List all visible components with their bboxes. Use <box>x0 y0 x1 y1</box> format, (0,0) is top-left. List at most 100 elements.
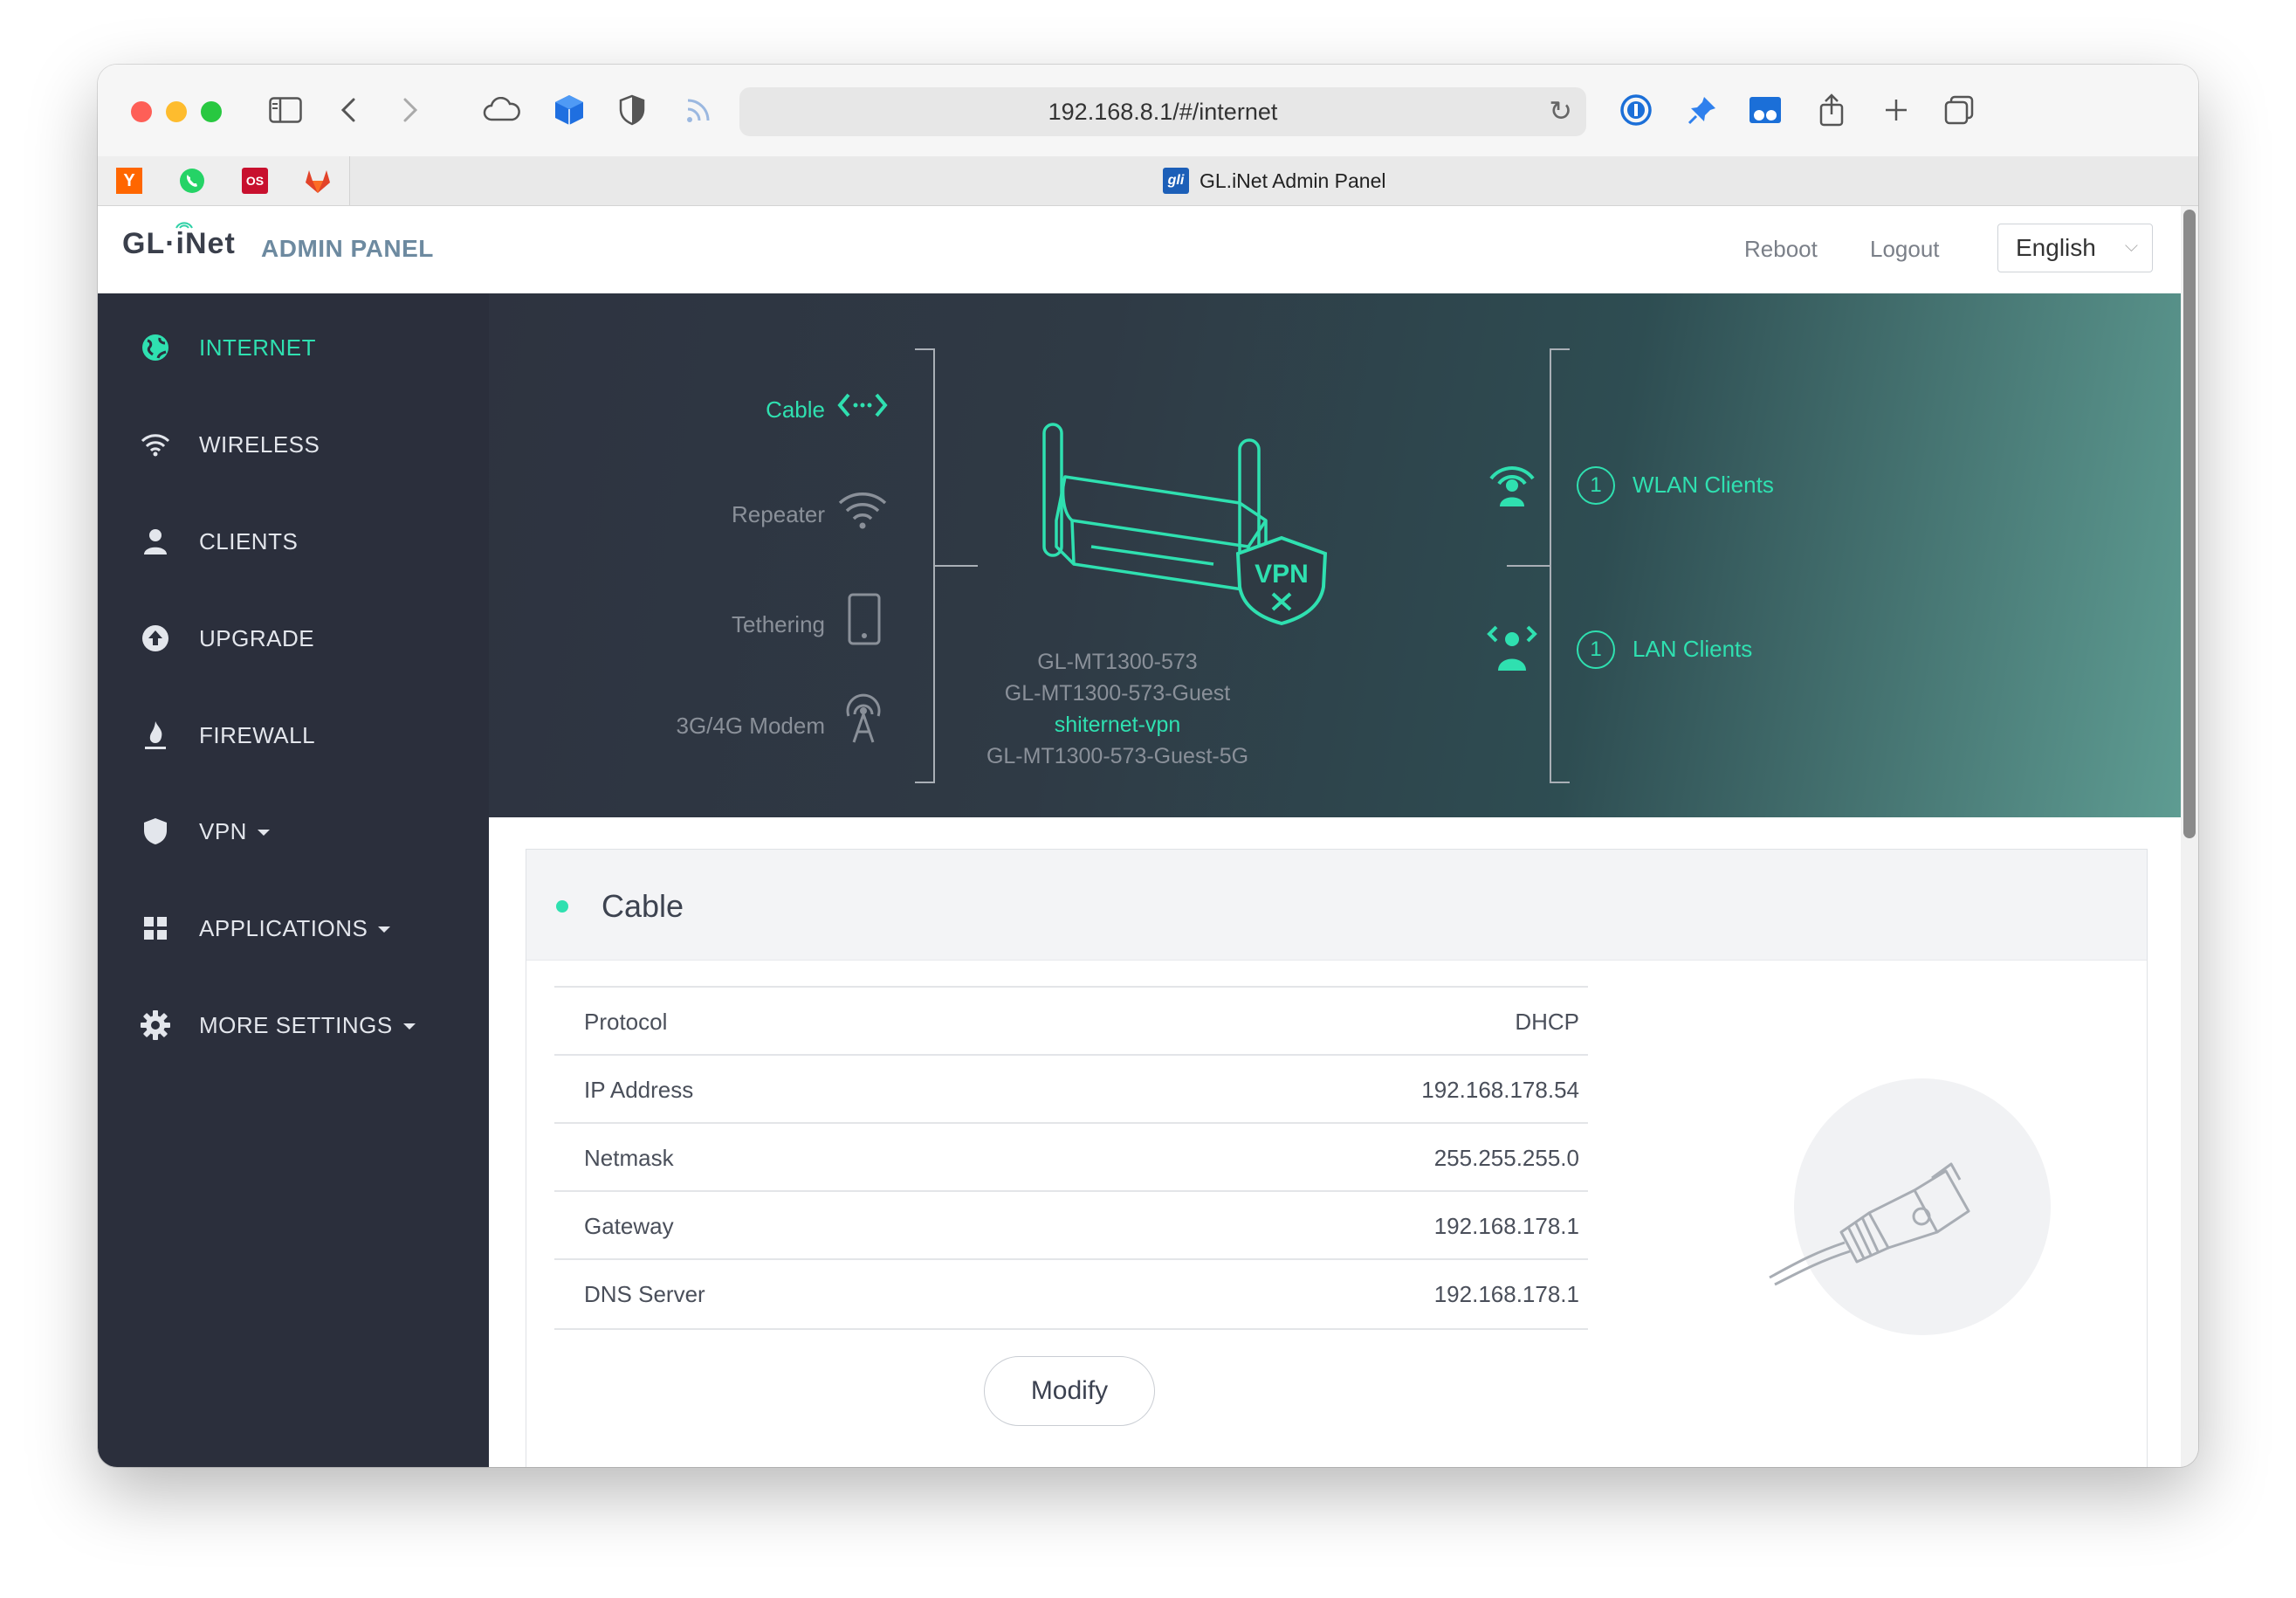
page-scrollbar[interactable] <box>2181 206 2198 1467</box>
sidebar-item-wireless[interactable]: WIRELESS <box>98 410 489 479</box>
source-modem[interactable]: 3G/4G Modem <box>594 713 825 740</box>
sidebar-item-label: CLIENTS <box>199 527 299 554</box>
sidebar: INTERNET WIRELESS CLIENTS UPGRADE FIREWA… <box>98 293 489 1467</box>
password-manager-icon[interactable] <box>1617 91 1655 129</box>
privacy-shield-icon[interactable] <box>615 91 650 129</box>
upgrade-icon <box>140 623 171 654</box>
row-value: 255.255.255.0 <box>1433 1145 1579 1171</box>
modify-button[interactable]: Modify <box>984 1356 1155 1426</box>
phone-icon <box>848 593 881 645</box>
gear-icon <box>140 1009 171 1041</box>
table-row: IP Address 192.168.178.54 <box>554 1054 1588 1124</box>
sidebar-item-firewall[interactable]: FIREWALL <box>98 700 489 770</box>
ethernet-plug-icon <box>1769 1162 1970 1286</box>
sidebar-item-applications[interactable]: APPLICATIONS <box>98 893 489 963</box>
back-icon[interactable] <box>335 91 361 129</box>
row-key: IP Address <box>584 1077 694 1103</box>
minimize-window-button[interactable] <box>166 101 187 122</box>
source-repeater[interactable]: Repeater <box>620 501 825 528</box>
source-tethering[interactable]: Tethering <box>620 611 825 638</box>
new-tab-icon[interactable] <box>1879 91 1914 129</box>
firewall-icon <box>140 720 171 751</box>
logout-link[interactable]: Logout <box>1870 236 1940 263</box>
url-text: 192.168.8.1/#/internet <box>1048 98 1278 125</box>
cable-card: Cable Protocol DHCP IP Address 192.168.1… <box>526 849 2148 1467</box>
lan-clients-icon <box>1487 625 1537 671</box>
chevron-down-icon: ⌵ <box>2124 237 2138 256</box>
wlan-clients-icon <box>1489 466 1535 506</box>
network-diagram: Cable Repeater Tethering 3G/4G Modem VPN… <box>489 293 2181 817</box>
gitlab-icon[interactable] <box>286 156 350 205</box>
close-window-button[interactable] <box>131 101 152 122</box>
table-row: DNS Server 192.168.178.1 <box>554 1258 1588 1330</box>
language-value: English <box>2016 234 2096 261</box>
logo-signal-icon <box>175 222 193 229</box>
user-icon <box>140 526 171 557</box>
table-row: Gateway 192.168.178.1 <box>554 1190 1588 1260</box>
router-device-icon <box>1042 423 1328 625</box>
sidebar-item-label: UPGRADE <box>199 624 315 651</box>
page-header: GL·iNet ADMIN PANEL Reboot Logout Englis… <box>98 206 2181 294</box>
card-title: Cable <box>601 888 684 924</box>
wlan-clients-link[interactable]: WLAN Clients <box>1633 472 1774 499</box>
sidebar-item-label: MORE SETTINGS <box>199 1012 416 1039</box>
row-value: DHCP <box>1515 1009 1579 1035</box>
pin-icon[interactable] <box>1683 91 1722 129</box>
row-value: 192.168.178.1 <box>1433 1213 1579 1239</box>
vpn-badge: VPN <box>1255 560 1309 589</box>
grid-icon <box>140 913 171 944</box>
sidebar-item-label: APPLICATIONS <box>199 915 391 942</box>
row-key: DNS Server <box>584 1281 705 1307</box>
scrollbar-thumb[interactable] <box>2183 210 2196 838</box>
reload-icon[interactable]: ↻ <box>1549 94 1572 127</box>
browser-window: 192.168.8.1/#/internet ↻ Y OS gli GL.iNe… <box>98 65 2198 1467</box>
row-key: Gateway <box>584 1213 674 1239</box>
row-key: Netmask <box>584 1145 674 1171</box>
sidebar-item-label: WIRELESS <box>199 430 320 458</box>
tab-title-text: GL.iNet Admin Panel <box>1200 169 1386 192</box>
sidebar-item-internet[interactable]: INTERNET <box>98 313 489 382</box>
lan-count-badge: 1 <box>1577 630 1615 669</box>
tab-overview-icon[interactable] <box>1942 91 1976 129</box>
reboot-link[interactable]: Reboot <box>1744 236 1818 263</box>
ssid-label: GL-MT1300-573-Guest-5G <box>986 744 1249 768</box>
antenna-tower-icon <box>846 693 881 743</box>
reader-feed-icon[interactable] <box>679 91 718 129</box>
sidebar-item-more-settings[interactable]: MORE SETTINGS <box>98 990 489 1060</box>
sidebar-item-upgrade[interactable]: UPGRADE <box>98 603 489 673</box>
zoom-window-button[interactable] <box>201 101 222 122</box>
cube-extension-icon[interactable] <box>550 91 588 129</box>
lan-clients-link[interactable]: LAN Clients <box>1633 636 1752 663</box>
row-value: 192.168.178.1 <box>1433 1281 1579 1307</box>
sidebar-item-label: VPN <box>199 818 270 845</box>
sidebar-toggle-icon[interactable] <box>266 91 305 129</box>
y-combinator-icon[interactable]: Y <box>98 156 162 205</box>
ssid-label: GL-MT1300-573 <box>1037 650 1198 674</box>
address-bar[interactable]: 192.168.8.1/#/internet ↻ <box>739 87 1586 136</box>
wifi-icon <box>838 492 887 529</box>
glinet-favicon-icon: gli <box>1163 168 1189 194</box>
forward-icon[interactable] <box>397 91 423 129</box>
table-row: Netmask 255.255.255.0 <box>554 1122 1588 1192</box>
active-tab[interactable]: gli GL.iNet Admin Panel <box>1163 156 1386 205</box>
cable-arrows-icon <box>837 393 888 417</box>
language-select[interactable]: English ⌵ <box>1997 224 2153 272</box>
lastpass-icon[interactable]: OS <box>223 156 287 205</box>
sidebar-item-vpn[interactable]: VPN <box>98 796 489 866</box>
admin-panel-title: ADMIN PANEL <box>261 235 434 262</box>
icloud-tabs-icon[interactable] <box>482 91 522 129</box>
source-cable[interactable]: Cable <box>655 396 825 424</box>
browser-toolbar: 192.168.8.1/#/internet ↻ <box>98 65 2198 156</box>
share-icon[interactable] <box>1814 91 1849 129</box>
tab-bar: Y OS gli GL.iNet Admin Panel <box>98 156 2198 206</box>
toolbar-extension-icon[interactable] <box>1746 91 1784 129</box>
wifi-icon <box>140 429 171 460</box>
table-row: Protocol DHCP <box>554 986 1588 1056</box>
sidebar-item-clients[interactable]: CLIENTS <box>98 506 489 576</box>
sidebar-item-label: FIREWALL <box>199 721 316 748</box>
ssid-label: GL-MT1300-573-Guest <box>1004 681 1231 706</box>
caret-down-icon <box>378 926 391 933</box>
web-page: GL·iNet ADMIN PANEL Reboot Logout Englis… <box>98 206 2181 1467</box>
whatsapp-icon[interactable] <box>161 156 224 205</box>
sidebar-item-label: INTERNET <box>199 334 316 361</box>
